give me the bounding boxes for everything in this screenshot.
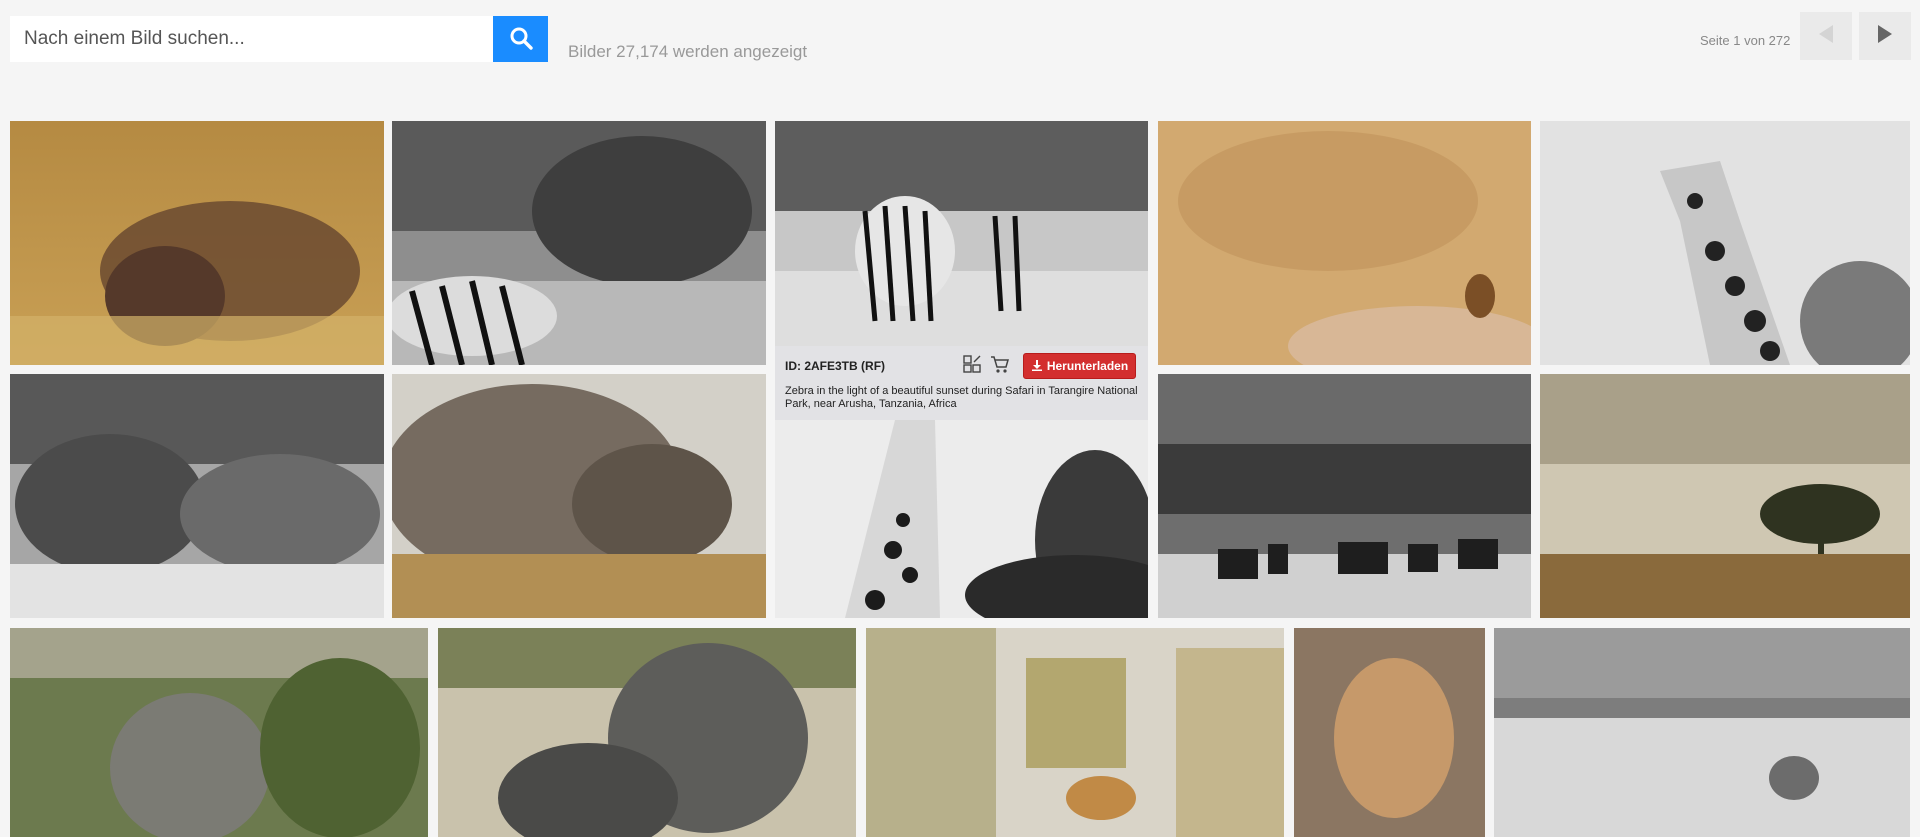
photo-zebra-herd xyxy=(1158,374,1531,618)
image-tile[interactable] xyxy=(392,121,766,365)
photo-elephant-closeup xyxy=(392,374,766,618)
photo-giraffe-portrait xyxy=(1540,121,1910,365)
search-bar xyxy=(10,16,548,62)
photo-elephants-bw xyxy=(10,374,384,618)
triangle-right-icon xyxy=(1876,24,1894,49)
next-page-button[interactable] xyxy=(1859,12,1911,60)
image-tile[interactable] xyxy=(1540,121,1910,365)
similar-images-button[interactable] xyxy=(961,354,983,379)
download-icon xyxy=(1031,359,1043,374)
photo-elephant-bushes xyxy=(10,628,428,837)
photo-lion-bw xyxy=(1494,628,1910,837)
search-input[interactable] xyxy=(10,16,493,62)
image-tile[interactable] xyxy=(866,628,1284,837)
grid-icon xyxy=(962,354,982,379)
result-count: Bilder 27,174 werden angezeigt xyxy=(568,42,808,61)
image-tile[interactable] xyxy=(775,420,1148,618)
image-tile[interactable] xyxy=(1294,628,1485,837)
photo-zebra-elephant xyxy=(392,121,766,365)
search-button[interactable] xyxy=(493,16,548,62)
top-bar: Bilder 27,174 werden angezeigt Seite 1 v… xyxy=(0,0,1920,100)
photo-warthog xyxy=(10,121,384,365)
photo-zebras xyxy=(775,121,1148,346)
search-icon xyxy=(509,26,533,53)
image-hover-card: ID: 2AFE3TB (RF) Herunterladen Zebra in … xyxy=(775,346,1148,420)
download-label: Herunterladen xyxy=(1046,359,1129,373)
image-tile[interactable] xyxy=(1158,374,1531,618)
image-tile[interactable] xyxy=(1540,374,1910,618)
cart-icon xyxy=(990,354,1010,379)
image-tile[interactable] xyxy=(10,121,384,365)
image-tile[interactable] xyxy=(10,374,384,618)
photo-lioness xyxy=(1294,628,1485,837)
license-type: (RF) xyxy=(861,359,886,373)
image-tile[interactable] xyxy=(775,121,1148,346)
photo-elephant-calf xyxy=(438,628,856,837)
add-to-cart-button[interactable] xyxy=(989,355,1011,377)
photo-acacia-savanna xyxy=(1540,374,1910,618)
image-id: ID: 2AFE3TB xyxy=(785,359,858,373)
photo-safari-jeeps xyxy=(866,628,1284,837)
image-tile[interactable] xyxy=(438,628,856,837)
image-id-label: ID: 2AFE3TB (RF) xyxy=(785,359,885,373)
photo-small-animal xyxy=(1158,121,1531,365)
image-tile[interactable] xyxy=(392,374,766,618)
previous-page-button[interactable] xyxy=(1800,12,1852,60)
download-button[interactable]: Herunterladen xyxy=(1023,353,1136,379)
triangle-left-icon xyxy=(1817,24,1835,49)
image-caption: Zebra in the light of a beautiful sunset… xyxy=(785,385,1138,410)
image-tile[interactable] xyxy=(10,628,428,837)
image-tile[interactable] xyxy=(1158,121,1531,365)
page-indicator: Seite 1 von 272 xyxy=(1700,33,1791,48)
image-tile[interactable] xyxy=(1494,628,1910,837)
photo-giraffe xyxy=(775,420,1148,618)
